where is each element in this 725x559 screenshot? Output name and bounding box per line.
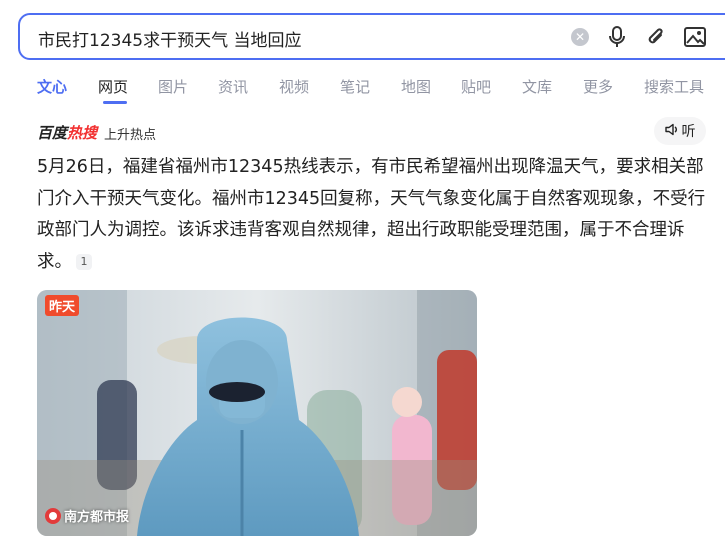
summary-line-text: 求。 — [37, 251, 72, 272]
search-box[interactable]: 市民打12345求干预天气 当地回应 ✕ — [18, 13, 725, 60]
tab-images[interactable]: 图片 — [158, 76, 188, 97]
summary-line: 门介入干预天气变化。福州市12345回复称，天气气象变化属于自然客观现象，不受行 — [37, 188, 706, 209]
tab-notes[interactable]: 笔记 — [340, 76, 370, 97]
tab-wenxin[interactable]: 文心 — [37, 76, 67, 97]
microphone-icon[interactable] — [606, 25, 628, 49]
date-badge: 昨天 — [45, 295, 80, 316]
tab-more[interactable]: 更多 — [583, 76, 613, 97]
image-search-icon[interactable] — [683, 25, 707, 49]
logo-text-hot: 热搜 — [67, 124, 98, 142]
image-source-label: 南方都市报 — [64, 510, 130, 525]
tab-tieba[interactable]: 贴吧 — [461, 76, 491, 97]
listen-button[interactable]: 听 — [654, 117, 706, 145]
baidu-hot-logo: 百度热搜 — [37, 122, 97, 143]
photo-illustration — [37, 290, 477, 536]
search-input[interactable]: 市民打12345求干预天气 当地回应 — [38, 26, 301, 51]
listen-label: 听 — [681, 124, 696, 140]
tab-wenku[interactable]: 文库 — [522, 76, 552, 97]
hot-summary: 5月26日，福建省福州市12345热线表示，有市民希望福州出现降温天气，要求相关… — [37, 152, 707, 278]
tab-web[interactable]: 网页 — [98, 76, 128, 97]
summary-line-last: 求。 1 — [37, 247, 707, 279]
attachment-icon[interactable] — [645, 25, 667, 49]
image-source-tag: 南方都市报 — [45, 506, 129, 525]
speaker-icon — [664, 123, 678, 140]
summary-line: 5月26日，福建省福州市12345热线表示，有市民希望福州出现降温天气，要求相关… — [37, 157, 704, 177]
citation-badge[interactable]: 1 — [76, 253, 92, 270]
source-logo-icon — [45, 507, 61, 524]
tab-search-tools[interactable]: 搜索工具 — [644, 76, 704, 97]
rising-hot-label: 上升热点 — [104, 128, 157, 143]
tab-video[interactable]: 视频 — [279, 76, 309, 97]
search-tabs: 文心 网页 图片 资讯 视频 笔记 地图 贴吧 文库 更多 搜索工具 — [0, 76, 725, 106]
clear-icon[interactable]: ✕ — [571, 28, 589, 46]
tab-news[interactable]: 资讯 — [218, 76, 248, 97]
logo-text-baidu: 百度 — [37, 124, 68, 142]
news-photo[interactable]: 昨天 南方都市报 — [37, 290, 477, 536]
tab-map[interactable]: 地图 — [401, 76, 431, 97]
summary-line: 政部门人为调控。该诉求违背客观自然规律，超出行政职能受理范围，属于不合理诉 — [37, 220, 685, 240]
active-tab-indicator — [103, 101, 127, 104]
